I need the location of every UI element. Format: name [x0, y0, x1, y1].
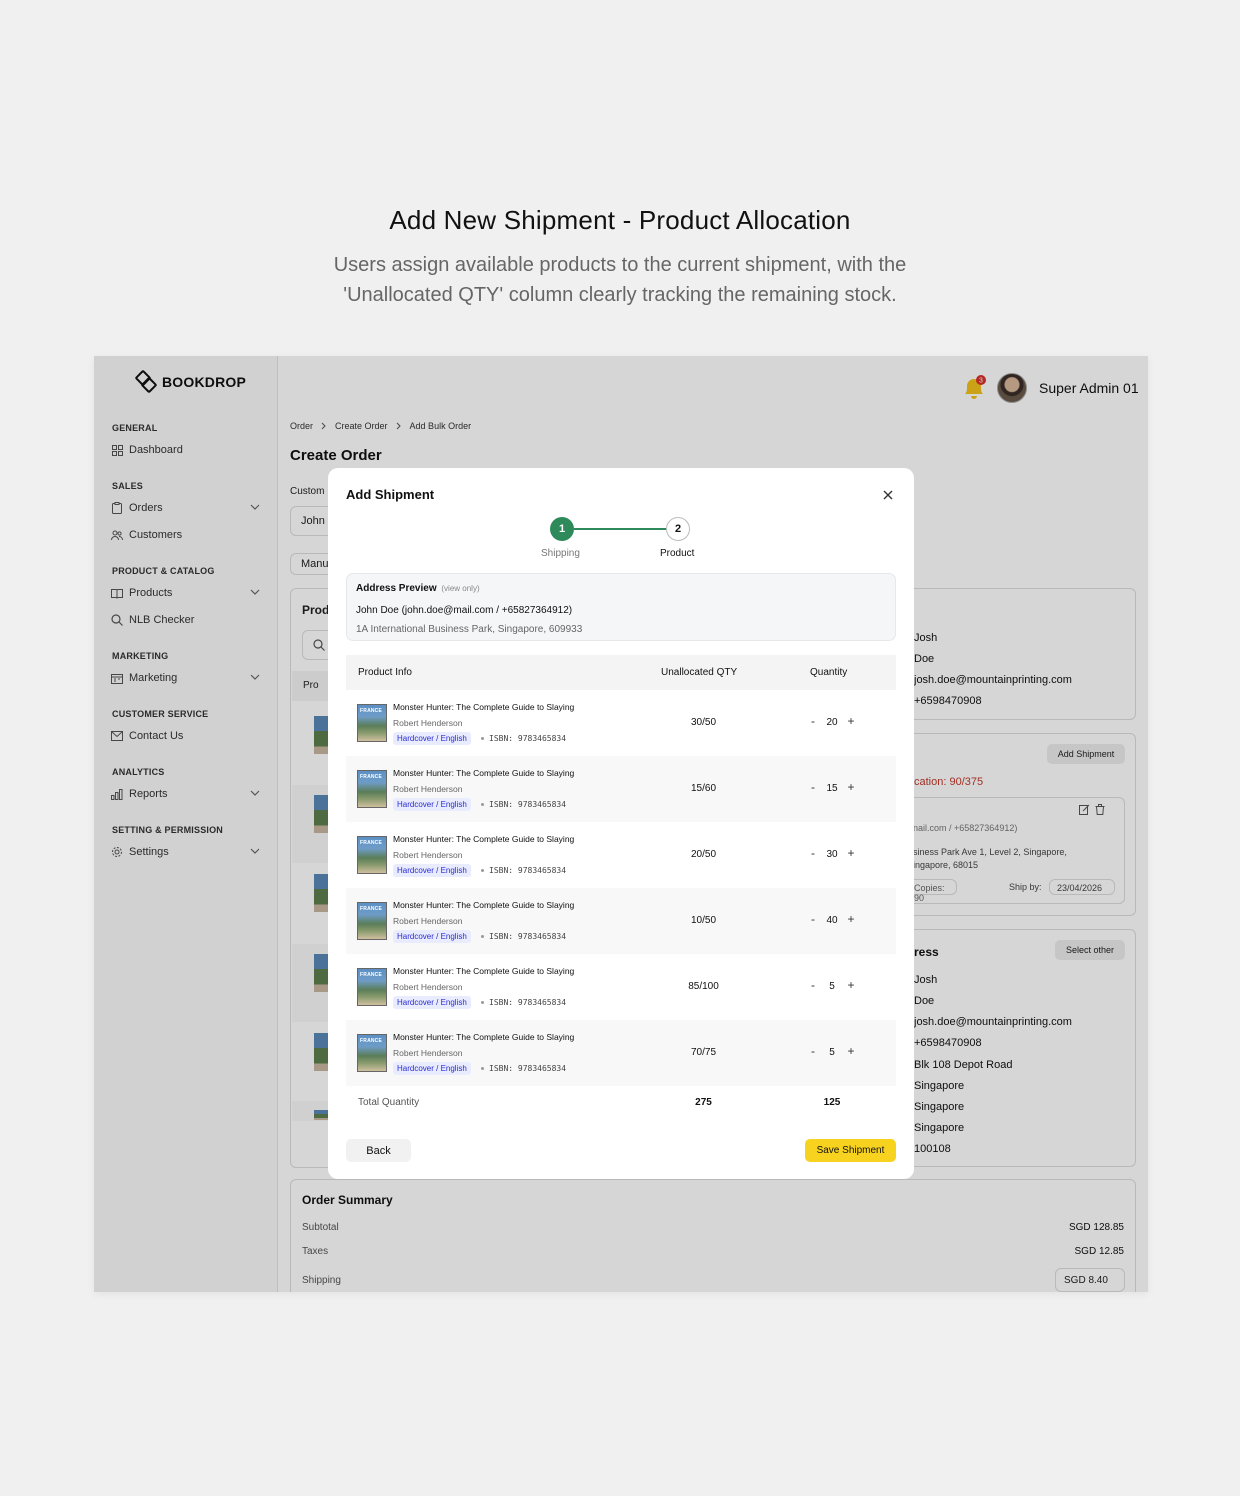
product-author: Robert Henderson	[393, 982, 463, 992]
allocation-table-header: Product Info Unallocated QTY Quantity	[346, 655, 896, 690]
address-preview-name: John Doe (john.doe@mail.com / +658273649…	[356, 605, 573, 616]
total-unallocated-value: 275	[695, 1097, 712, 1108]
cover-text: FRANCE	[360, 972, 383, 978]
quantity-value[interactable]: 15	[820, 783, 844, 794]
book-cover-thumbnail: FRANCE	[357, 704, 387, 742]
product-isbn: ISBN: 9783465834	[489, 1064, 567, 1073]
separator-dot	[481, 1001, 484, 1004]
format-badge: Hardcover / English	[393, 732, 471, 745]
table-row: FRANCE Monster Hunter: The Complete Guide…	[346, 690, 896, 756]
unallocated-qty: 20/50	[690, 849, 717, 860]
modal-title: Add Shipment	[346, 487, 435, 502]
unallocated-qty: 10/50	[690, 915, 717, 926]
unallocated-qty: 30/50	[690, 717, 717, 728]
add-shipment-modal: Add Shipment 1 2 Shipping Product Addres…	[328, 468, 914, 1179]
separator-dot	[481, 737, 484, 740]
quantity-value[interactable]: 20	[820, 717, 844, 728]
cover-text: FRANCE	[360, 708, 383, 714]
address-preview-title: Address Preview	[356, 583, 437, 594]
address-preview-heading: Address Preview (view only)	[356, 583, 480, 594]
increase-qty-button[interactable]: +	[844, 912, 858, 926]
format-badge: Hardcover / English	[393, 996, 471, 1009]
close-icon[interactable]	[880, 487, 896, 503]
stepper-connector	[574, 528, 666, 530]
table-row: FRANCE Monster Hunter: The Complete Guide…	[346, 1020, 896, 1086]
product-author: Robert Henderson	[393, 916, 463, 926]
separator-dot	[481, 935, 484, 938]
table-row: FRANCE Monster Hunter: The Complete Guide…	[346, 954, 896, 1020]
hero-title: Add New Shipment - Product Allocation	[389, 205, 851, 235]
increase-qty-button[interactable]: +	[844, 846, 858, 860]
decrease-qty-button[interactable]: -	[806, 714, 820, 728]
book-cover-thumbnail: FRANCE	[357, 968, 387, 1006]
increase-qty-button[interactable]: +	[844, 1044, 858, 1058]
decrease-qty-button[interactable]: -	[806, 1044, 820, 1058]
increase-qty-button[interactable]: +	[844, 978, 858, 992]
product-author: Robert Henderson	[393, 784, 463, 794]
format-badge: Hardcover / English	[393, 930, 471, 943]
book-cover-thumbnail: FRANCE	[357, 1034, 387, 1072]
total-quantity-value: 125	[823, 1097, 841, 1108]
separator-dot	[481, 1067, 484, 1070]
product-title: Monster Hunter: The Complete Guide to Sl…	[393, 702, 575, 712]
app-window: BOOKDROP GENERAL Dashboard SALES Orders …	[94, 356, 1148, 1292]
back-button[interactable]: Back	[346, 1139, 411, 1162]
decrease-qty-button[interactable]: -	[806, 846, 820, 860]
format-badge: Hardcover / English	[393, 798, 471, 811]
increase-qty-button[interactable]: +	[844, 780, 858, 794]
view-only-note: (view only)	[441, 584, 480, 593]
product-title: Monster Hunter: The Complete Guide to Sl…	[393, 768, 575, 778]
address-preview: Address Preview (view only) John Doe (jo…	[346, 573, 896, 641]
product-author: Robert Henderson	[393, 1048, 463, 1058]
save-shipment-button[interactable]: Save Shipment	[805, 1139, 896, 1162]
table-row: FRANCE Monster Hunter: The Complete Guide…	[346, 822, 896, 888]
increase-qty-button[interactable]: +	[844, 714, 858, 728]
book-cover-thumbnail: FRANCE	[357, 902, 387, 940]
cover-text: FRANCE	[360, 1038, 383, 1044]
step-product-label: Product	[660, 548, 695, 559]
quantity-value[interactable]: 5	[820, 1047, 844, 1058]
product-author: Robert Henderson	[393, 718, 463, 728]
product-isbn: ISBN: 9783465834	[489, 734, 567, 743]
product-title: Monster Hunter: The Complete Guide to Sl…	[393, 900, 575, 910]
cover-text: FRANCE	[360, 906, 383, 912]
quantity-value[interactable]: 30	[820, 849, 844, 860]
separator-dot	[481, 803, 484, 806]
table-row: FRANCE Monster Hunter: The Complete Guide…	[346, 756, 896, 822]
book-cover-thumbnail: FRANCE	[357, 770, 387, 808]
separator-dot	[481, 869, 484, 872]
product-author: Robert Henderson	[393, 850, 463, 860]
total-quantity-label: Total Quantity	[358, 1097, 420, 1108]
col-unallocated-qty: Unallocated QTY	[661, 667, 738, 678]
hero-subtitle: Users assign available products to the c…	[333, 254, 907, 306]
address-preview-address: 1A International Business Park, Singapor…	[356, 624, 583, 635]
product-title: Monster Hunter: The Complete Guide to Sl…	[393, 966, 575, 976]
unallocated-qty: 85/100	[688, 981, 719, 992]
decrease-qty-button[interactable]: -	[806, 780, 820, 794]
unallocated-qty: 15/60	[690, 783, 717, 794]
product-isbn: ISBN: 9783465834	[489, 932, 567, 941]
step-shipping-label: Shipping	[541, 548, 580, 559]
product-isbn: ISBN: 9783465834	[489, 998, 567, 1007]
format-badge: Hardcover / English	[393, 1062, 471, 1075]
product-title: Monster Hunter: The Complete Guide to Sl…	[393, 1032, 575, 1042]
format-badge: Hardcover / English	[393, 864, 471, 877]
decrease-qty-button[interactable]: -	[806, 978, 820, 992]
product-isbn: ISBN: 9783465834	[489, 800, 567, 809]
step-shipping-indicator[interactable]: 1	[550, 517, 574, 541]
table-row: FRANCE Monster Hunter: The Complete Guide…	[346, 888, 896, 954]
book-cover-thumbnail: FRANCE	[357, 836, 387, 874]
cover-text: FRANCE	[360, 774, 383, 780]
quantity-value[interactable]: 5	[820, 981, 844, 992]
quantity-value[interactable]: 40	[820, 915, 844, 926]
product-isbn: ISBN: 9783465834	[489, 866, 567, 875]
step-product-indicator[interactable]: 2	[666, 517, 690, 541]
col-quantity: Quantity	[810, 667, 848, 678]
decrease-qty-button[interactable]: -	[806, 912, 820, 926]
cover-text: FRANCE	[360, 840, 383, 846]
col-product-info: Product Info	[358, 667, 412, 678]
unallocated-qty: 70/75	[690, 1047, 717, 1058]
product-title: Monster Hunter: The Complete Guide to Sl…	[393, 834, 575, 844]
